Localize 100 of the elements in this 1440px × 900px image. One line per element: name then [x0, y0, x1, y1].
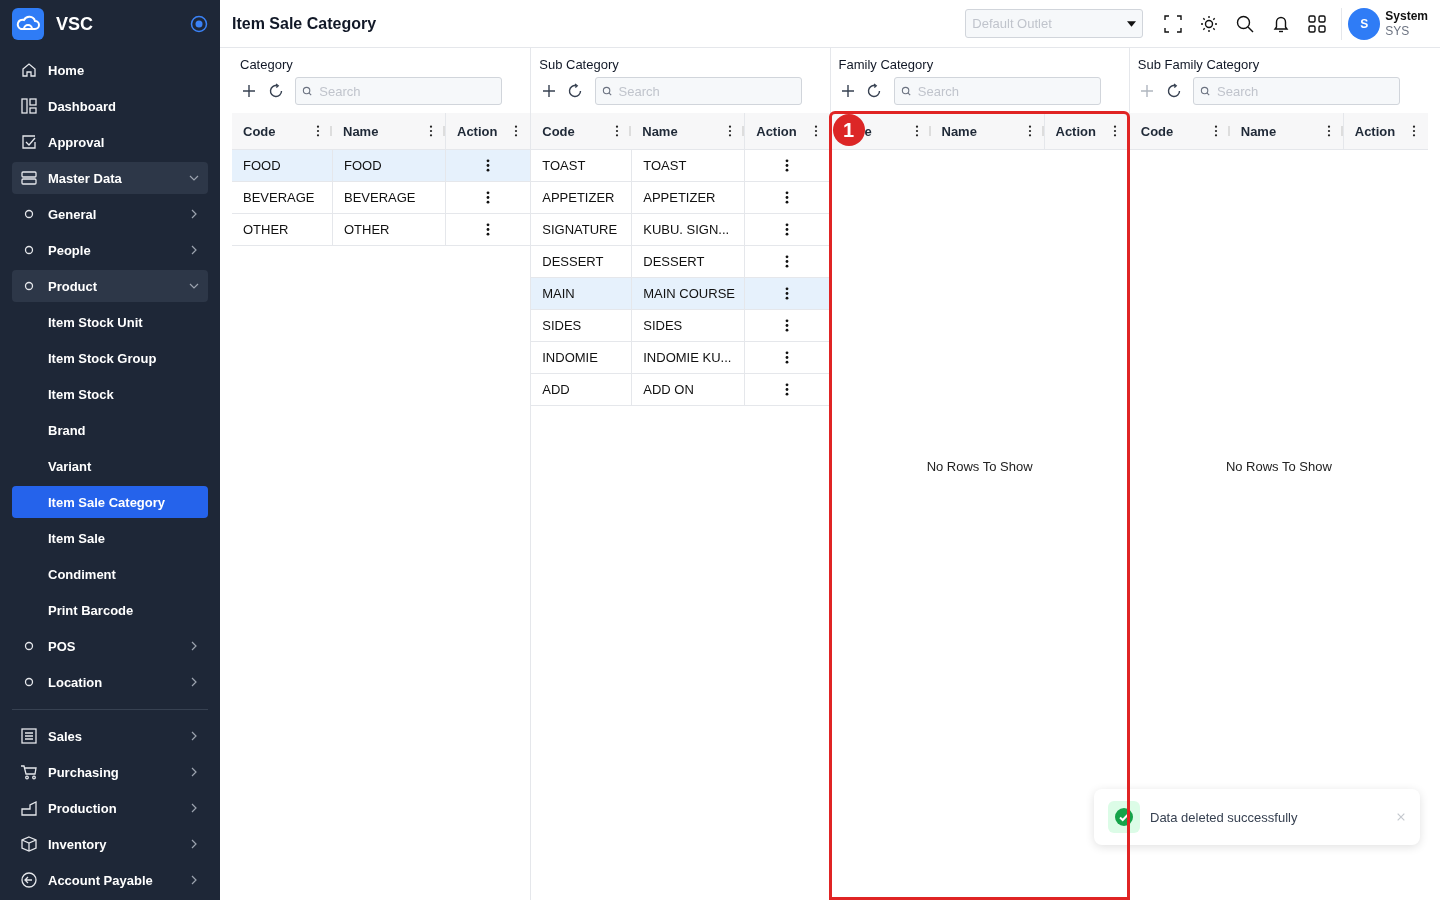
nav-item[interactable]: Print Barcode — [12, 594, 208, 626]
row-menu-icon[interactable] — [785, 383, 790, 396]
row-menu-icon[interactable] — [785, 159, 790, 172]
nav-item[interactable]: Brand — [12, 414, 208, 446]
column-header[interactable]: Action — [1354, 123, 1412, 139]
table-row[interactable]: INDOMIE INDOMIE KU... — [531, 342, 830, 374]
nav-item[interactable]: Item Stock Unit — [12, 306, 208, 338]
column-menu-icon[interactable] — [316, 125, 320, 137]
search-icon — [1200, 86, 1211, 97]
nav-item[interactable]: Sales — [12, 720, 208, 752]
nav-item[interactable]: POS — [12, 630, 208, 662]
nav-item[interactable]: Location — [12, 666, 208, 698]
row-menu-icon[interactable] — [785, 351, 790, 364]
success-check-icon — [1114, 807, 1134, 827]
table-row[interactable]: BEVERAGE BEVERAGE — [232, 182, 531, 214]
row-menu-icon[interactable] — [785, 191, 790, 204]
nav-item[interactable]: Variant — [12, 450, 208, 482]
row-menu-icon[interactable] — [486, 159, 491, 172]
page-title: Item Sale Category — [232, 14, 378, 33]
row-menu-icon[interactable] — [785, 319, 790, 332]
nav-item[interactable]: Item Stock Group — [12, 342, 208, 374]
table-cell: SIGNATURE — [542, 222, 618, 237]
row-menu-icon[interactable] — [785, 255, 790, 268]
search-icon[interactable] — [1235, 13, 1256, 34]
column-header[interactable]: Name — [941, 123, 1028, 139]
row-menu-icon[interactable] — [785, 223, 790, 236]
refresh-icon — [267, 83, 284, 99]
column-menu-icon[interactable] — [1412, 125, 1416, 137]
table-row[interactable]: TOAST TOAST — [531, 150, 830, 182]
nav-item[interactable]: Master Data — [12, 162, 208, 194]
column-menu-icon[interactable] — [1112, 125, 1117, 137]
nav-item[interactable]: Production — [12, 792, 208, 824]
column-menu-icon[interactable] — [914, 125, 919, 137]
panel-title: Sub Category — [538, 56, 620, 73]
cart-icon — [20, 763, 38, 781]
nav-item[interactable]: Product — [12, 270, 208, 302]
column-menu-icon[interactable] — [728, 125, 733, 137]
nav-item[interactable]: Item Sale Category — [12, 486, 208, 518]
empty-message: No Rows To Show — [926, 458, 1033, 474]
panel-title: Category — [239, 56, 294, 73]
nav-item[interactable]: General — [12, 198, 208, 230]
search-icon — [900, 86, 912, 97]
nav-item[interactable]: Approval — [12, 126, 208, 158]
row-menu-icon[interactable] — [785, 287, 790, 300]
column-header[interactable]: Name — [1240, 123, 1327, 139]
apps-grid-icon[interactable] — [1307, 13, 1328, 34]
column-header[interactable]: Code — [542, 123, 616, 139]
nav-item[interactable]: Item Stock — [12, 378, 208, 410]
plus-icon — [839, 83, 856, 99]
column-menu-icon[interactable] — [429, 125, 433, 137]
table-row[interactable]: SIGNATURE KUBU. SIGN... — [531, 214, 830, 246]
fullscreen-icon[interactable] — [1163, 13, 1184, 34]
table-cell: DESSERT — [643, 254, 705, 269]
column-header[interactable]: e — [864, 123, 915, 139]
column-header[interactable]: Name — [343, 123, 429, 139]
column-header[interactable]: Action — [457, 123, 515, 139]
document-icon — [20, 727, 38, 745]
search-icon — [302, 86, 314, 97]
plus-icon — [540, 83, 557, 99]
table-cell: FOOD — [344, 158, 382, 173]
plus-icon — [241, 83, 258, 99]
nav-item[interactable]: People — [12, 234, 208, 266]
column-menu-icon[interactable] — [615, 125, 620, 137]
column-menu-icon[interactable] — [813, 125, 818, 137]
row-menu-icon[interactable] — [486, 191, 491, 204]
radio-toggle-icon[interactable] — [190, 15, 208, 33]
table-row[interactable]: OTHER OTHER — [232, 214, 531, 246]
refresh-icon — [866, 83, 883, 99]
column-header[interactable]: Name — [642, 123, 729, 139]
sun-icon[interactable] — [1199, 13, 1220, 34]
nav-item[interactable]: Item Sale — [12, 522, 208, 554]
nav-item[interactable]: Purchasing — [12, 756, 208, 788]
table-row[interactable]: SIDES SIDES — [531, 310, 830, 342]
checkbox-icon — [20, 133, 38, 151]
nav-item[interactable]: Home — [12, 54, 208, 86]
column-header[interactable]: Code — [243, 123, 316, 139]
column-header[interactable]: Code — [1140, 123, 1214, 139]
user-avatar[interactable]: S — [1348, 7, 1381, 40]
table-row[interactable]: APPETIZER APPETIZER — [531, 182, 830, 214]
table-cell: APPETIZER — [643, 190, 716, 205]
table-row[interactable]: MAIN MAIN COURSE — [531, 278, 830, 310]
table-cell: KUBU. SIGN... — [643, 222, 730, 237]
column-menu-icon[interactable] — [514, 125, 519, 137]
column-menu-icon[interactable] — [1326, 125, 1331, 137]
toast-message: Data deleted successfully — [1150, 809, 1299, 825]
column-header[interactable]: Action — [1055, 123, 1113, 139]
nav-item[interactable]: Inventory — [12, 828, 208, 860]
dashboard-icon — [20, 97, 38, 115]
nav-item[interactable]: Dashboard — [12, 90, 208, 122]
table-row[interactable]: ADD ADD ON — [531, 374, 830, 406]
nav-item[interactable]: Condiment — [12, 558, 208, 590]
table-cell: FOOD — [243, 158, 281, 173]
column-menu-icon[interactable] — [1027, 125, 1032, 137]
column-header[interactable]: Action — [756, 123, 814, 139]
table-row[interactable]: FOOD FOOD — [232, 150, 531, 182]
empty-message: No Rows To Show — [1225, 458, 1332, 474]
table-cell: BEVERAGE — [344, 190, 416, 205]
row-menu-icon[interactable] — [486, 223, 491, 236]
nav-item[interactable]: Account Payable — [12, 864, 208, 896]
column-menu-icon[interactable] — [1213, 125, 1218, 137]
